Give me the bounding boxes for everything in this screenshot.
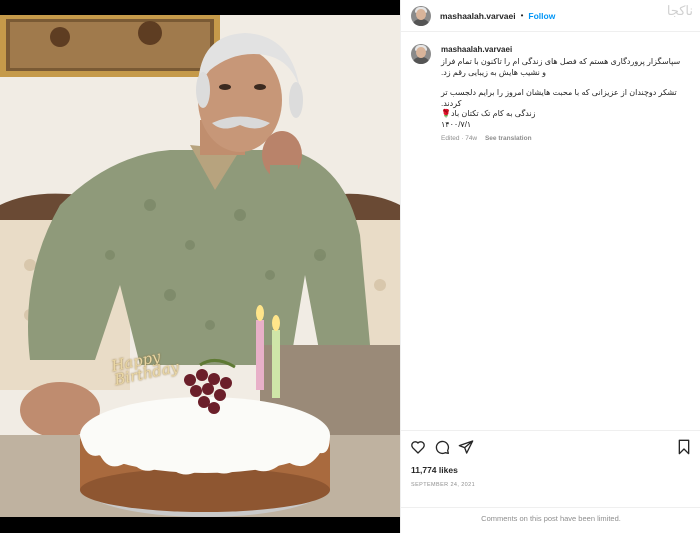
action-icons bbox=[410, 439, 692, 457]
top-black-bar bbox=[0, 0, 400, 15]
caption-line: تشکر دوچندان از عزیزانی که با محبت هایشا… bbox=[441, 88, 677, 97]
caption-avatar[interactable] bbox=[411, 44, 431, 64]
post-actions: 11,774 likes SEPTEMBER 24, 2021 Comments… bbox=[401, 430, 700, 530]
caption-meta: Edited · 74w See translation bbox=[441, 135, 693, 142]
likes-count[interactable]: 11,774 likes bbox=[411, 465, 458, 475]
caption-line: ۱۴۰۰/۷/۱ bbox=[441, 119, 472, 129]
edited-timestamp: Edited · 74w bbox=[441, 135, 478, 142]
caption-username[interactable]: mashaalah.varvaei bbox=[441, 44, 693, 55]
heart-icon[interactable] bbox=[410, 439, 426, 455]
post-photo[interactable]: Happy Birthday bbox=[0, 15, 400, 517]
caption-line: و نشیب هایش به زیبایی رقم زد. bbox=[441, 67, 546, 77]
see-translation-link[interactable]: See translation bbox=[485, 135, 532, 142]
post-header: mashaalah.varvaei • Follow ناکجا bbox=[401, 0, 700, 32]
avatar[interactable] bbox=[411, 5, 431, 26]
header-separator: • bbox=[520, 11, 524, 20]
bottom-black-bar bbox=[0, 517, 400, 533]
comment-icon[interactable] bbox=[434, 439, 450, 455]
caption-comment: mashaalah.varvaei سپاسگزار پروردگاری هست… bbox=[411, 44, 693, 142]
post-side-panel: mashaalah.varvaei • Follow ناکجا mashaal… bbox=[400, 0, 700, 533]
follow-button[interactable]: Follow bbox=[528, 11, 555, 21]
comments-limited-notice: Comments on this post have been limited. bbox=[401, 507, 700, 531]
caption-line: سپاسگزار پروردگاری هستم که فصل های زندگی… bbox=[441, 57, 681, 66]
caption-line: زندگی به کام تک تکتان باد🌹 bbox=[441, 109, 536, 118]
header-username[interactable]: mashaalah.varvaei bbox=[440, 11, 516, 21]
photo-illustration bbox=[0, 15, 400, 517]
bookmark-icon[interactable] bbox=[676, 439, 692, 455]
post-date: SEPTEMBER 24, 2021 bbox=[411, 482, 476, 488]
watermark-logo: ناکجا bbox=[666, 4, 693, 19]
caption-line: کردند. bbox=[441, 98, 462, 108]
caption-text: سپاسگزار پروردگاری هستم که فصل های زندگی… bbox=[441, 57, 693, 130]
paper-plane-icon[interactable] bbox=[458, 439, 474, 455]
